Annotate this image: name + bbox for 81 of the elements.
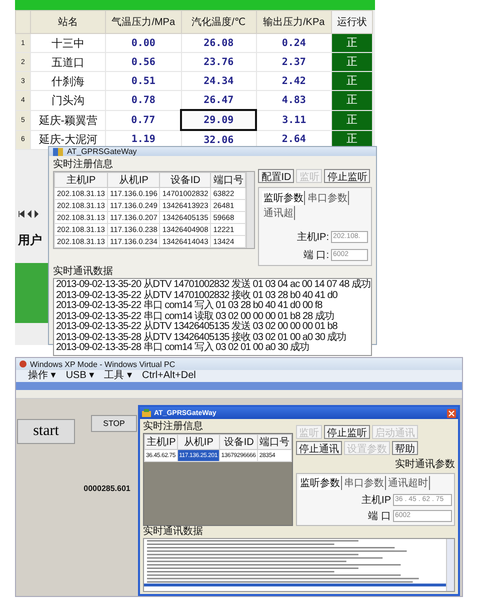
log-line: 2013-09-02-13-35-28 串口 com14 写入 03 02 01 00 a0 30 成功 — [56, 343, 310, 354]
column-header[interactable]: 主机IP — [54, 172, 108, 188]
table-cell: 正 — [332, 90, 372, 110]
column-header[interactable]: 站名 — [30, 10, 106, 34]
table-cell: 29.09 — [181, 110, 256, 130]
sidebar-panel — [15, 263, 48, 323]
field-label: 主机IP: — [296, 230, 329, 244]
table-cell: 0.77 — [106, 110, 181, 130]
column-header[interactable]: 运行状 — [332, 10, 372, 34]
log-line: 2013-09-02-13-35-20 从DTV 14701002832 发送 01 03 04 ac 00 14 07 48 成功 — [56, 280, 369, 290]
tab[interactable]: 通讯超时 — [387, 476, 430, 490]
column-header[interactable]: 气温压力/MPa — [106, 10, 181, 34]
tab[interactable]: 串口参数 — [343, 476, 386, 490]
group-title: 实时通讯参数 — [394, 458, 455, 471]
table-cell: 0.78 — [106, 90, 181, 110]
menu-item[interactable]: 操作 ▾ — [28, 370, 56, 382]
app-icon — [53, 148, 63, 156]
app-icon — [19, 360, 27, 368]
log-line: 2013-09-02-13-35-22 串口 com14 写入 01 03 28 b0 40 41 d0 00 f8 — [56, 301, 322, 311]
toolbar-button[interactable]: 帮助 — [392, 441, 418, 455]
menu-item[interactable]: 工具 ▾ — [104, 370, 132, 382]
column-header[interactable]: 从机IP — [107, 172, 160, 188]
tab[interactable]: 串口参数 — [306, 191, 350, 205]
field-label: 端 口: — [303, 248, 329, 262]
table-cell: 2.42 — [256, 72, 332, 90]
table-cell: 3.11 — [256, 110, 332, 130]
log-line: 2013-09-02-13-35-22 串口 com14 读取 03 02 00 00 00 01 b8 28 成功 — [56, 312, 335, 322]
table-cell: 十三中 — [30, 34, 106, 52]
column-header[interactable]: 端口号 — [258, 434, 292, 450]
group-title: 实时注册信息 — [143, 421, 203, 433]
table-cell: 2.37 — [256, 52, 332, 72]
table-cell: 24.34 — [181, 72, 256, 90]
window-title: Windows XP Mode - Windows Virtual PC — [30, 360, 176, 368]
tab[interactable]: 监听参数 — [262, 191, 306, 205]
table-cell: 正 — [332, 52, 372, 72]
field-label: 端 口 — [368, 510, 391, 523]
log-line: 2013-09-02-13-35-28 从DTV 13426405135 接收 03 02 01 00 a0 30 成功 — [56, 332, 348, 342]
column-header[interactable]: 从机IP — [178, 434, 220, 450]
toolbar-button[interactable]: 配置ID — [258, 169, 294, 183]
toolbar-button[interactable]: 停止通讯 — [296, 441, 342, 455]
field-label: 主机IP — [362, 494, 391, 507]
table-cell: 0.24 — [256, 34, 332, 52]
table-cell: 什刹海 — [30, 72, 106, 90]
group-title: 实时注册信息 — [53, 159, 113, 171]
column-header[interactable]: 设备ID — [160, 172, 211, 188]
table-cell: 五道口 — [30, 52, 106, 72]
table-cell: 延庆-颖翼营 — [30, 110, 106, 130]
table-cell: 0.51 — [106, 72, 181, 90]
column-header[interactable]: 端口号 — [210, 172, 246, 188]
toolbar-button[interactable]: 停止监听 — [324, 425, 370, 439]
stop-button[interactable]: STOP — [91, 415, 137, 432]
table-cell: 门头沟 — [30, 90, 106, 110]
column-header[interactable]: 输出压力/KPa — [256, 10, 332, 34]
column-header[interactable]: 汽化温度/℃ — [181, 10, 256, 34]
app-icon — [142, 409, 151, 417]
column-header[interactable]: 设备ID — [220, 434, 258, 450]
group-title: 实时通讯数据 — [143, 526, 203, 538]
table-cell: 4.83 — [256, 90, 332, 110]
window-title: AT_GPRSGateWay — [67, 147, 137, 156]
close-icon[interactable] — [447, 408, 456, 418]
counter-text: 0000285.601 — [84, 484, 130, 493]
table-cell: 0.56 — [106, 52, 181, 72]
table-cell: 正 — [332, 110, 372, 130]
tab[interactable]: 通讯超 — [262, 206, 296, 220]
table-cell: 正 — [332, 72, 372, 90]
group-title: 实时通讯数据 — [53, 266, 113, 278]
toolbar-button[interactable]: 停止监听 — [324, 169, 370, 183]
sidebar-label: 用户 — [17, 232, 42, 249]
table-cell: 0.00 — [106, 34, 181, 52]
scrollbar[interactable] — [446, 539, 454, 591]
start-button[interactable]: start — [17, 419, 75, 444]
table-cell: 正 — [332, 34, 372, 52]
table-cell: 26.08 — [181, 34, 256, 52]
menu-item[interactable]: Ctrl+Alt+Del — [142, 370, 196, 382]
tab[interactable]: 监听参数 — [299, 476, 342, 490]
table-cell: 23.76 — [181, 52, 256, 72]
column-header[interactable]: 主机IP — [144, 434, 178, 450]
scrollbar[interactable] — [246, 172, 254, 248]
log-line: 2013-09-02-13-35-22 从DTV 13426405135 发送 03 02 00 00 00 01 b8 — [56, 322, 338, 332]
menu-item[interactable]: USB ▾ — [66, 370, 94, 382]
log-line: 2013-09-02-13-35-22 从DTV 14701002832 接收 01 03 28 b0 40 41 d0 — [56, 290, 338, 300]
